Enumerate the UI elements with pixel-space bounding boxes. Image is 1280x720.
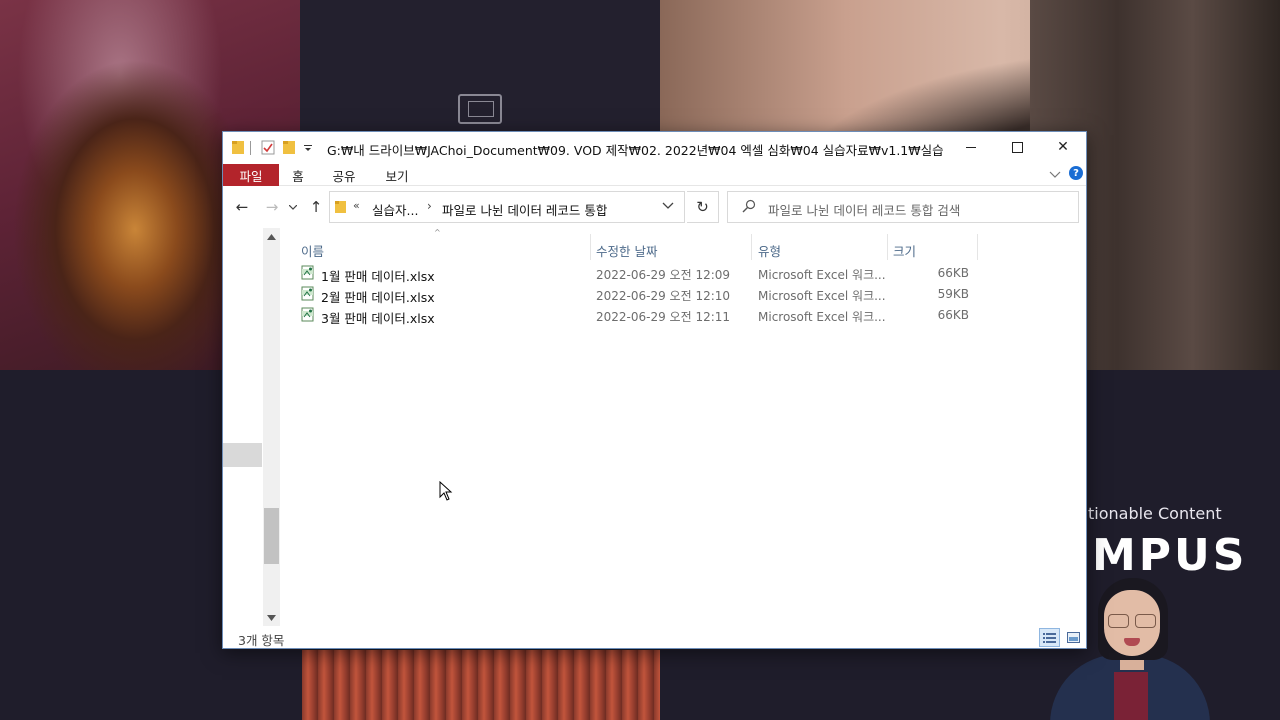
title-separator [250,141,251,155]
column-header-type[interactable]: 유형 [758,241,781,261]
title-bar[interactable]: G:₩내 드라이브₩JAChoi_Document₩09. VOD 제작₩02.… [223,132,1086,164]
minimize-icon [966,146,976,148]
address-segment-current[interactable]: 파일로 나뉜 데이터 레코드 통합 [442,200,607,219]
column-header-date[interactable]: 수정한 날짜 [596,241,657,261]
navigation-pane-selected-item[interactable] [223,443,262,467]
file-row[interactable]: 2월 판매 데이터.xlsx 2022-06-29 오전 12:10 Micro… [297,284,977,305]
ribbon-tabs: 파일 홈 공유 보기 [223,164,1086,186]
file-size: 59KB [937,287,969,301]
navigation-bar: ← → ↑ « 실습자... › 파일로 나뉜 데이터 레코드 통합 ↻ 파일로… [223,188,1086,226]
brand-name: MPUS [1092,530,1248,581]
file-date: 2022-06-29 오전 12:09 [596,268,731,282]
file-name: 2월 판매 데이터.xlsx [321,290,435,305]
navigation-pane-scrollbar[interactable] [263,228,280,626]
new-folder-icon[interactable] [283,140,295,155]
large-icons-view-button[interactable] [1063,628,1084,647]
excel-file-icon [301,286,315,301]
item-count: 3개 항목 [238,633,285,648]
presenter-shirt [1114,672,1148,720]
column-divider[interactable] [590,234,591,260]
scroll-down-icon[interactable] [263,609,280,626]
excel-file-icon [301,265,315,280]
tab-file[interactable]: 파일 [223,164,279,186]
search-icon [742,199,756,217]
mouse-cursor-icon [439,480,453,501]
column-divider[interactable] [977,234,978,260]
address-bar[interactable]: « 실습자... › 파일로 나뉜 데이터 레코드 통합 [329,191,685,223]
address-segment-parent[interactable]: 실습자... [372,200,418,219]
window-title: G:₩내 드라이브₩JAChoi_Document₩09. VOD 제작₩02.… [327,143,943,158]
address-dropdown-icon[interactable] [662,199,674,213]
properties-icon[interactable] [261,140,275,155]
address-folder-icon [335,200,346,214]
status-bar: 3개 항목 [223,628,1086,648]
file-size: 66KB [937,308,969,322]
scroll-up-icon[interactable] [263,228,280,245]
column-header-name[interactable]: 이름 [301,241,324,261]
scrollbar-thumb[interactable] [264,508,279,564]
column-header-size[interactable]: 크기 [893,241,916,261]
file-name: 1월 판매 데이터.xlsx [321,269,435,284]
file-list[interactable]: ^ 이름 수정한 날짜 유형 크기 1월 판매 데이터.xlsx 2022-06… [283,226,1086,626]
address-overflow-icon[interactable]: « [353,199,360,212]
back-button[interactable]: ← [230,195,254,219]
excel-file-icon [301,307,315,322]
file-row[interactable]: 3월 판매 데이터.xlsx 2022-06-29 오전 12:11 Micro… [297,305,977,326]
background-curtain-photo [302,650,660,720]
tab-share[interactable]: 공유 [329,164,359,186]
minimize-button[interactable] [948,132,994,162]
file-date: 2022-06-29 오전 12:10 [596,289,731,303]
address-separator-icon[interactable]: › [427,199,432,213]
ribbon-expand-icon[interactable] [1047,167,1063,183]
search-placeholder: 파일로 나뉜 데이터 레코드 통합 검색 [768,203,961,218]
quick-access-dropdown-icon[interactable] [303,140,313,155]
maximize-icon [1011,141,1023,153]
presenter-glasses [1108,614,1156,628]
file-type: Microsoft Excel 워크... [758,310,886,324]
file-type: Microsoft Excel 워크... [758,268,886,282]
folder-icon [232,140,244,155]
file-explorer-window: G:₩내 드라이브₩JAChoi_Document₩09. VOD 제작₩02.… [222,131,1087,649]
column-divider[interactable] [751,234,752,260]
details-view-button[interactable] [1039,628,1060,647]
sort-ascending-icon: ^ [434,228,441,237]
file-row[interactable]: 1월 판매 데이터.xlsx 2022-06-29 오전 12:09 Micro… [297,263,977,284]
brand-tagline: tionable Content [1088,504,1222,523]
file-date: 2022-06-29 오전 12:11 [596,310,731,324]
up-button[interactable]: ↑ [304,195,328,219]
navigation-pane[interactable] [223,226,280,626]
refresh-button[interactable]: ↻ [687,191,719,223]
laptop-icon [458,94,502,124]
maximize-button[interactable] [994,132,1040,162]
recent-locations-icon[interactable] [286,195,300,219]
close-icon: ✕ [1057,139,1069,155]
file-name: 3월 판매 데이터.xlsx [321,311,435,326]
search-box[interactable]: 파일로 나뉜 데이터 레코드 통합 검색 [727,191,1079,223]
file-size: 66KB [937,266,969,280]
forward-button[interactable]: → [260,195,284,219]
help-icon[interactable]: ? [1069,166,1083,180]
tab-home[interactable]: 홈 [289,164,307,186]
file-type: Microsoft Excel 워크... [758,289,886,303]
column-divider[interactable] [887,234,888,260]
tab-view[interactable]: 보기 [382,164,412,186]
close-button[interactable]: ✕ [1040,132,1086,162]
